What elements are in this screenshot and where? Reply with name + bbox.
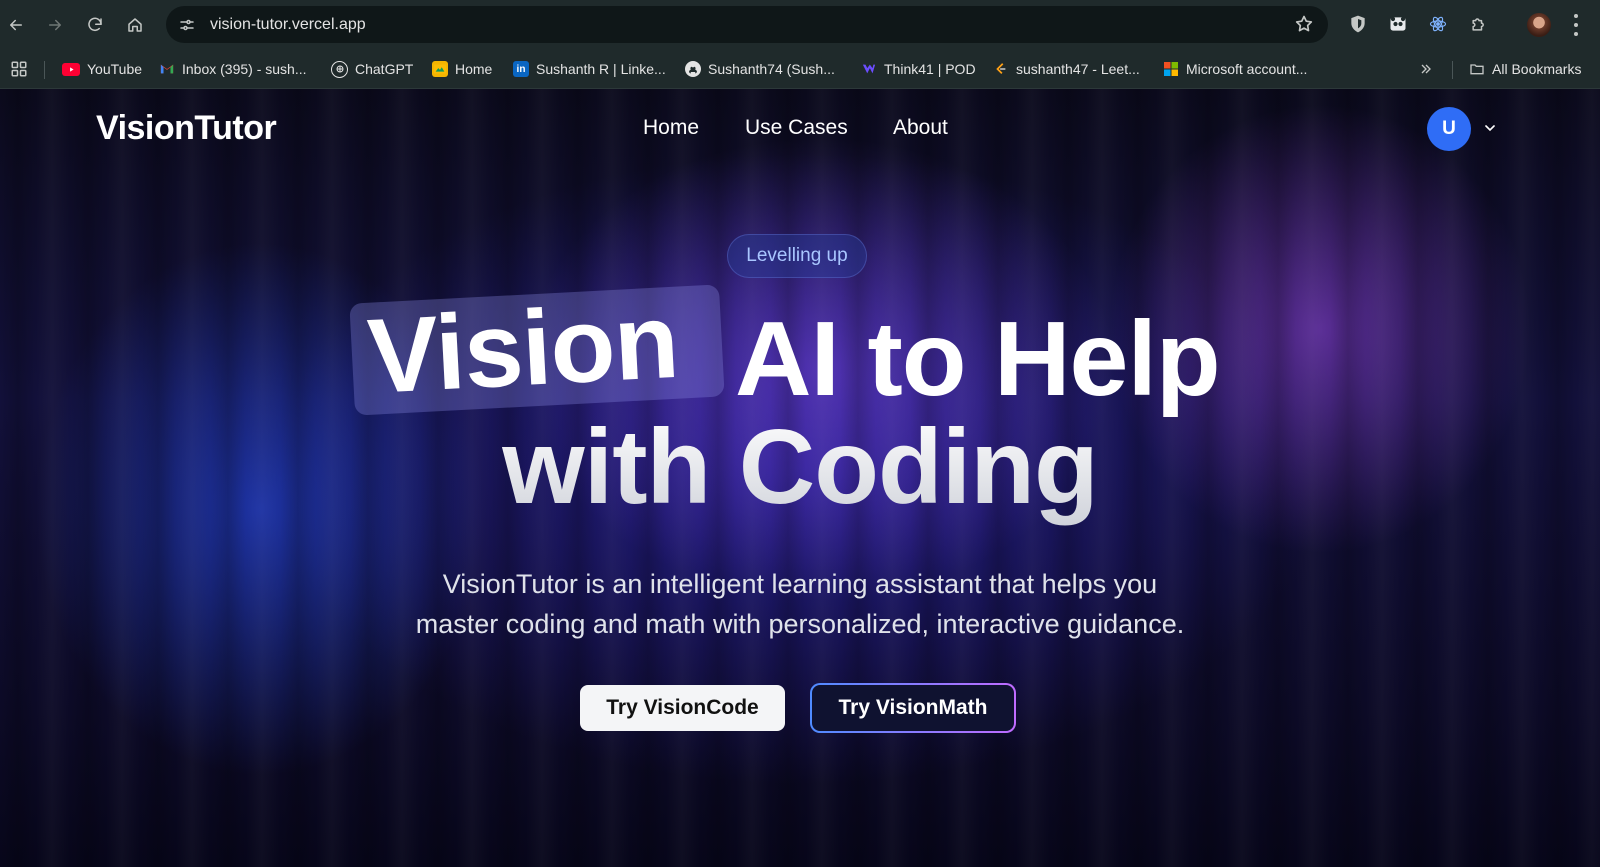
leetcode-icon	[993, 61, 1009, 77]
bookmark-youtube[interactable]: YouTube	[62, 59, 142, 79]
bookmark-divider	[1452, 61, 1453, 79]
headline-line1: AI to Help	[735, 300, 1221, 418]
site-info-icon[interactable]	[175, 13, 199, 37]
headline-line2: with Coding	[0, 407, 1600, 528]
microsoft-icon	[1163, 61, 1179, 77]
bookmark-label: Sushanth R | Linke...	[536, 61, 666, 77]
panda-extension-icon[interactable]	[1387, 13, 1409, 35]
bookmark-leetcode[interactable]: sushanth47 - Leet...	[993, 59, 1140, 79]
extensions-puzzle-icon[interactable]	[1468, 13, 1490, 35]
bookmarks-bar: YouTube Inbox (395) - sush... ChatGPT Ho…	[0, 49, 1600, 89]
subtitle-line-1: VisionTutor is an intelligent learning a…	[442, 569, 1158, 599]
github-icon	[685, 61, 701, 77]
bookmark-home[interactable]: Home	[432, 59, 492, 79]
forward-button[interactable]	[41, 11, 69, 39]
bookmark-chatgpt[interactable]: ChatGPT	[331, 59, 413, 79]
home-button[interactable]	[121, 11, 149, 39]
linkedin-icon: in	[513, 61, 529, 77]
gmail-icon	[159, 61, 175, 77]
headline-highlight-word: Vision	[364, 281, 681, 416]
bookmark-label: Inbox (395) - sush...	[182, 61, 307, 77]
reload-button[interactable]	[81, 11, 109, 39]
more-bookmarks-chevron-icon[interactable]	[1418, 59, 1434, 79]
hero-subtitle: VisionTutor is an intelligent learning a…	[300, 564, 1300, 644]
home-app-icon	[432, 61, 448, 77]
chatgpt-icon	[331, 60, 348, 78]
profile-avatar[interactable]	[1527, 13, 1551, 37]
bookmark-label: Sushanth74 (Sush...	[708, 61, 835, 77]
try-visioncode-button[interactable]: Try VisionCode	[580, 685, 785, 731]
all-bookmarks-label: All Bookmarks	[1492, 61, 1582, 77]
try-visionmath-label: Try VisionMath	[812, 685, 1014, 731]
arrow-left-icon	[10, 19, 22, 31]
youtube-icon	[62, 62, 80, 76]
arrow-right-icon	[49, 19, 61, 31]
react-devtools-extension-icon[interactable]	[1427, 13, 1449, 35]
bookmark-gmail[interactable]: Inbox (395) - sush...	[159, 59, 307, 79]
chevron-down-icon[interactable]	[1482, 120, 1498, 136]
site-logo[interactable]: VisionTutor	[96, 109, 277, 148]
bookmark-divider	[44, 61, 45, 79]
bookmark-think41[interactable]: Think41 | POD	[861, 59, 976, 79]
try-visionmath-button[interactable]: Try VisionMath	[810, 683, 1016, 733]
bookmark-label: sushanth47 - Leet...	[1016, 61, 1140, 77]
nav-about[interactable]: About	[893, 116, 948, 140]
folder-icon	[1469, 61, 1485, 77]
bookmark-microsoft[interactable]: Microsoft account...	[1163, 59, 1307, 79]
back-button[interactable]	[2, 11, 30, 39]
nav-home[interactable]: Home	[643, 116, 699, 140]
hero-page: VisionTutor Home Use Cases About U Level…	[0, 89, 1600, 867]
browser-toolbar: vision-tutor.vercel.app	[0, 0, 1600, 49]
bookmark-star-icon[interactable]	[1294, 14, 1314, 34]
home-icon	[128, 18, 142, 32]
bookmark-label: Microsoft account...	[1186, 61, 1308, 77]
user-avatar[interactable]: U	[1427, 107, 1471, 151]
bookmark-label: ChatGPT	[355, 61, 414, 77]
browser-menu-icon[interactable]	[1572, 14, 1580, 36]
nav-use-cases[interactable]: Use Cases	[745, 116, 848, 140]
hero-badge: Levelling up	[727, 234, 867, 278]
reload-icon	[88, 17, 102, 32]
url-text[interactable]: vision-tutor.vercel.app	[210, 16, 366, 34]
address-bar[interactable]: vision-tutor.vercel.app	[166, 6, 1328, 43]
bookmark-linkedin[interactable]: in Sushanth R | Linke...	[513, 59, 666, 79]
think41-icon	[861, 61, 877, 77]
shield-extension-icon[interactable]	[1347, 13, 1369, 35]
bookmark-label: Home	[455, 61, 493, 77]
bookmark-github[interactable]: Sushanth74 (Sush...	[685, 59, 835, 79]
subtitle-line-2: master coding and math with personalized…	[415, 609, 1185, 639]
all-bookmarks-button[interactable]: All Bookmarks	[1469, 59, 1581, 79]
bookmark-label: Think41 | POD	[884, 61, 976, 77]
apps-grid-icon[interactable]	[10, 59, 28, 79]
bookmark-label: YouTube	[87, 61, 143, 77]
